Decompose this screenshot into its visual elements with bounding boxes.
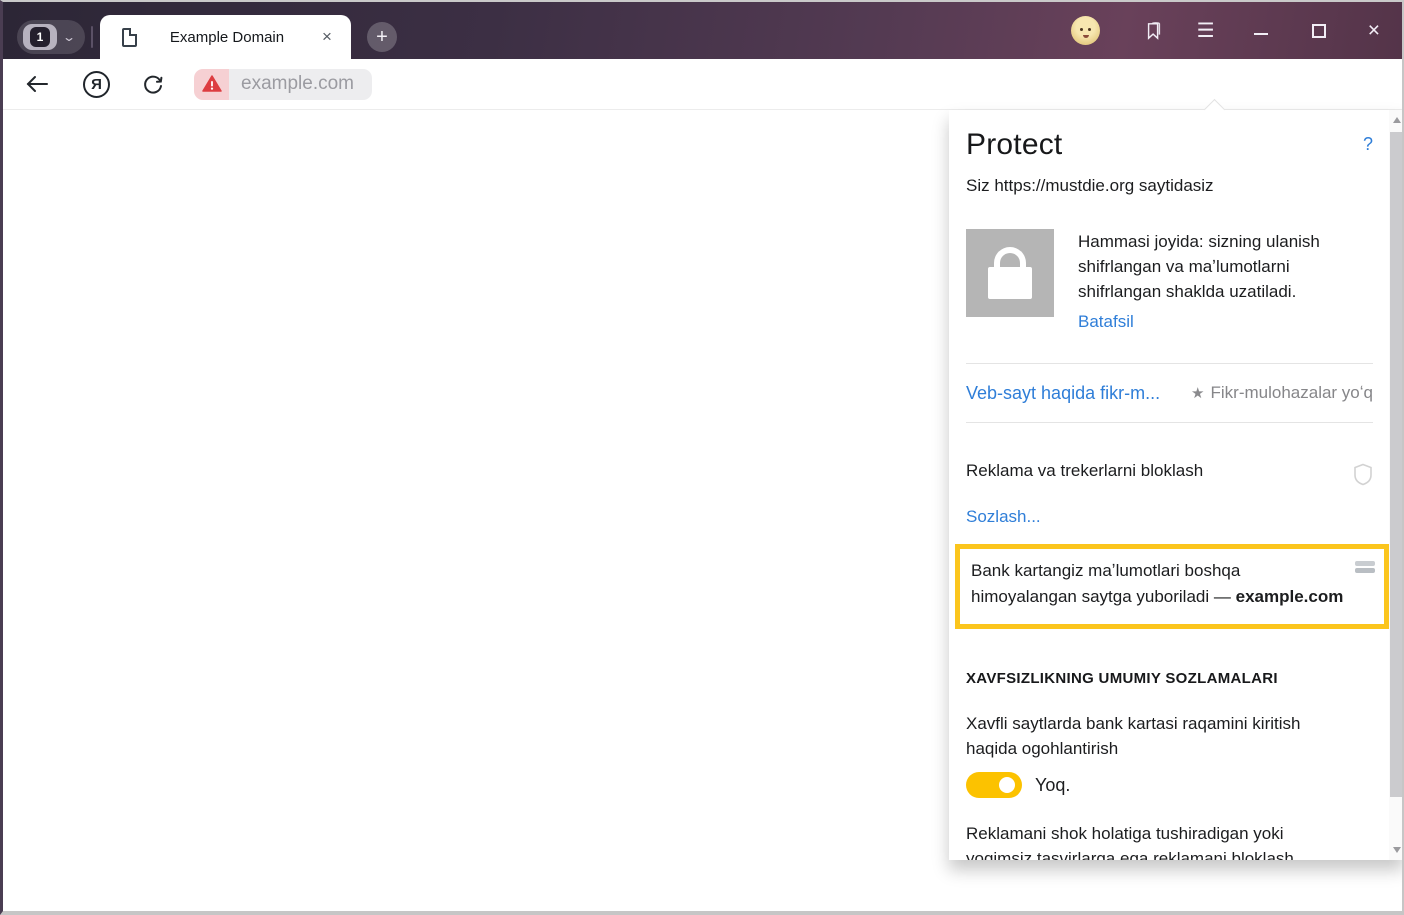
bank-card-icon: [1355, 561, 1375, 573]
close-button[interactable]: ×: [1368, 20, 1380, 41]
titlebar: 1 ⌄ Example Domain × + ☰ ×: [3, 2, 1402, 59]
warning-domain: example.com: [1236, 587, 1344, 606]
new-tab-button[interactable]: +: [367, 22, 397, 52]
connection-status-block: Hammasi joyida: sizning ulanish shifrlan…: [966, 229, 1373, 334]
chevron-down-icon: ⌄: [62, 30, 76, 44]
panel-title: Protect: [966, 128, 1062, 162]
star-icon: ★: [1191, 384, 1204, 402]
tab-count: 1: [30, 27, 50, 47]
card-warning-text: Bank kartangiz maʼlumotlari boshqa himoy…: [971, 558, 1378, 610]
site-status-text: Siz https://mustdie.org saytidasiz: [966, 176, 1373, 196]
setting-shock-ads-label: Reklamani shok holatiga tushiradigan yok…: [966, 821, 1373, 860]
tab-title: Example Domain: [137, 29, 317, 46]
protect-panel: Protect ? Siz https://mustdie.org saytid…: [949, 110, 1404, 860]
feedback-status: ★ Fikr-mulohazalar yoʻq: [1191, 383, 1373, 403]
toggle-on[interactable]: [966, 772, 1022, 798]
tabstrip-divider: [91, 26, 93, 48]
tab-close-icon[interactable]: ×: [317, 27, 337, 47]
yandex-logo-icon[interactable]: Я: [83, 71, 110, 98]
connection-status-text: Hammasi joyida: sizning ulanish shifrlan…: [1078, 229, 1320, 334]
adblock-settings-link[interactable]: Sozlash...: [966, 507, 1041, 527]
menu-icon[interactable]: ☰: [1197, 18, 1215, 43]
adblock-title: Reklama va trekerlarni bloklash: [966, 461, 1203, 481]
tab-group-badge: 1: [23, 24, 57, 50]
bookmarks-panel-icon[interactable]: [1145, 21, 1163, 41]
panel-scrollbar[interactable]: [1389, 110, 1404, 860]
feedback-row: Veb-sayt haqida fikr-m... ★ Fikr-mulohaz…: [966, 364, 1373, 423]
toggle-state-label: Yoq.: [1035, 775, 1070, 796]
back-button[interactable]: [25, 75, 49, 93]
tab-example-domain[interactable]: Example Domain ×: [100, 15, 351, 59]
details-link[interactable]: Batafsil: [1078, 309, 1134, 334]
page-icon: [122, 28, 137, 47]
toggle-knob: [999, 777, 1015, 793]
shield-icon: [1353, 463, 1373, 491]
minimize-button[interactable]: [1254, 26, 1268, 35]
profile-avatar[interactable]: [1071, 16, 1100, 45]
address-bar[interactable]: example.com: [194, 69, 372, 100]
toolbar: Я example.com ⋮: [3, 59, 1402, 110]
setting-card-warning-label: Xavfli saytlarda bank kartasi raqamini k…: [966, 711, 1373, 761]
adblock-section: Reklama va trekerlarni bloklash: [966, 461, 1373, 491]
scroll-up-button[interactable]: [1389, 112, 1404, 128]
security-settings-heading: XAVFSIZLIKNING UMUMIY SOZLAMALARI: [966, 670, 1373, 687]
scrollbar-thumb[interactable]: [1390, 132, 1403, 797]
tab-group-button[interactable]: 1 ⌄: [17, 20, 85, 54]
feedback-status-text: Fikr-mulohazalar yoʻq: [1211, 383, 1374, 403]
site-feedback-link[interactable]: Veb-sayt haqida fikr-m...: [966, 383, 1160, 404]
lock-icon: [966, 229, 1054, 317]
scroll-down-button[interactable]: [1389, 842, 1404, 858]
url-field[interactable]: example.com: [229, 69, 372, 100]
maximize-button[interactable]: [1312, 24, 1326, 38]
security-warning-badge[interactable]: [194, 69, 229, 100]
url-text: example.com: [241, 73, 354, 95]
setting-card-warning-toggle-row: Yoq.: [966, 772, 1373, 798]
titlebar-controls: ☰ ×: [1071, 2, 1394, 59]
help-link[interactable]: ?: [1363, 134, 1373, 155]
card-warning-highlight: Bank kartangiz maʼlumotlari boshqa himoy…: [955, 544, 1389, 629]
browser-window: 1 ⌄ Example Domain × + ☰ ×: [0, 0, 1404, 915]
reload-button[interactable]: [142, 73, 164, 95]
